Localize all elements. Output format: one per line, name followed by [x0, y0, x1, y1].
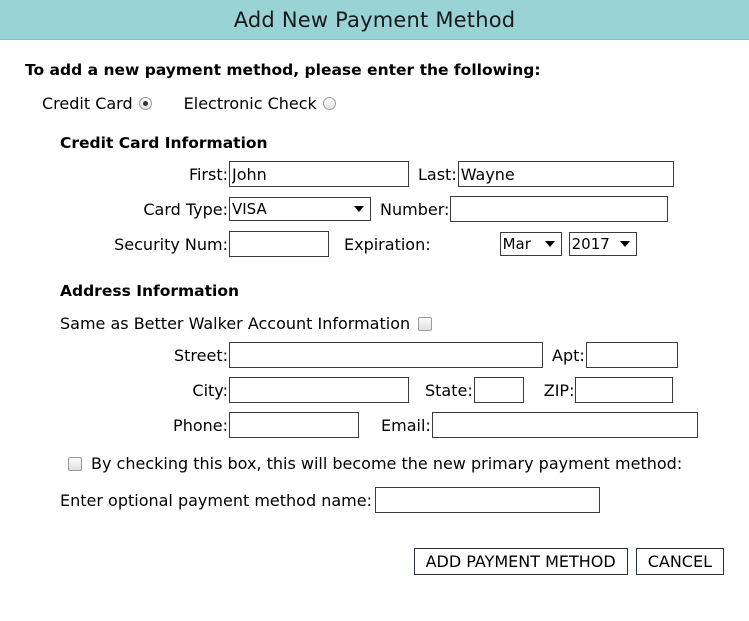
- card-number-input[interactable]: [450, 196, 669, 222]
- dialog-actions: ADD PAYMENT METHOD CANCEL: [24, 548, 724, 575]
- label-number: Number:: [380, 199, 450, 219]
- section-heading-address: Address Information: [60, 282, 240, 300]
- expiration-month-select[interactable]: Mar: [499, 232, 562, 256]
- payment-type-radio-group: Credit Card Electronic Check: [42, 94, 725, 113]
- expiration-year-select-wrap: 2017: [568, 232, 637, 256]
- card-type-select[interactable]: VISA: [229, 197, 371, 221]
- row-name: First: Last:: [24, 161, 725, 187]
- card-type-select-wrap: VISA: [229, 197, 371, 221]
- expiration-year-select[interactable]: 2017: [568, 232, 637, 256]
- payment-type-option-electronic-check[interactable]: Electronic Check: [184, 94, 336, 113]
- dialog-body: To add a new payment method, please ente…: [0, 61, 749, 575]
- label-payment-method-name: Enter optional payment method name:: [60, 490, 372, 510]
- row-city-state-zip: City: State: ZIP:: [24, 377, 725, 403]
- radio-credit-card[interactable]: [138, 97, 152, 110]
- security-num-input[interactable]: [229, 231, 329, 257]
- row-card-type-number: Card Type: VISA Number:: [24, 196, 725, 222]
- phone-input[interactable]: [229, 412, 359, 438]
- payment-method-name-input[interactable]: [374, 487, 600, 513]
- primary-method-row[interactable]: By checking this box, this will become t…: [68, 454, 725, 473]
- label-phone: Phone:: [173, 415, 228, 435]
- intro-text: To add a new payment method, please ente…: [25, 61, 541, 79]
- label-last: Last:: [418, 164, 457, 184]
- dialog-titlebar: Add New Payment Method: [0, 0, 749, 40]
- row-security-expiration: Security Num: Expiration: Mar 2017: [24, 231, 725, 257]
- page-title: Add New Payment Method: [233, 7, 516, 32]
- same-as-account-row[interactable]: Same as Better Walker Account Informatio…: [60, 314, 725, 333]
- primary-method-checkbox[interactable]: [68, 456, 82, 471]
- expiration-selects: Mar 2017: [499, 232, 637, 256]
- payment-method-name-row: Enter optional payment method name:: [60, 487, 725, 513]
- payment-type-option-credit-card[interactable]: Credit Card: [42, 94, 152, 113]
- label-email: Email:: [381, 415, 431, 435]
- city-input[interactable]: [229, 377, 409, 403]
- first-name-input[interactable]: [229, 161, 409, 187]
- label-security-num: Security Num:: [114, 234, 228, 254]
- cancel-button[interactable]: CANCEL: [635, 548, 724, 575]
- same-as-account-label: Same as Better Walker Account Informatio…: [60, 314, 411, 333]
- zip-input[interactable]: [575, 377, 674, 403]
- payment-type-label-electronic-check: Electronic Check: [183, 94, 317, 113]
- apt-input[interactable]: [585, 342, 678, 368]
- radio-electronic-check[interactable]: [322, 97, 336, 110]
- row-phone-email: Phone: Email:: [24, 412, 725, 438]
- expiration-month-select-wrap: Mar: [499, 232, 562, 256]
- section-heading-credit-card: Credit Card Information: [60, 134, 268, 152]
- state-input[interactable]: [473, 377, 524, 403]
- label-apt: Apt:: [552, 345, 585, 365]
- label-zip: ZIP:: [543, 380, 575, 400]
- street-input[interactable]: [229, 342, 543, 368]
- add-payment-method-button[interactable]: ADD PAYMENT METHOD: [413, 548, 628, 575]
- label-first: First:: [188, 164, 228, 184]
- same-as-account-checkbox[interactable]: [418, 316, 433, 331]
- row-street-apt: Street: Apt:: [24, 342, 725, 368]
- payment-type-label-credit-card: Credit Card: [42, 94, 133, 113]
- last-name-input[interactable]: [457, 161, 674, 187]
- email-input[interactable]: [431, 412, 698, 438]
- label-street: Street:: [173, 345, 228, 365]
- label-city: City:: [192, 380, 228, 400]
- label-state: State:: [425, 380, 473, 400]
- label-card-type: Card Type:: [143, 199, 228, 219]
- label-expiration: Expiration:: [344, 234, 431, 254]
- primary-method-label: By checking this box, this will become t…: [91, 454, 683, 473]
